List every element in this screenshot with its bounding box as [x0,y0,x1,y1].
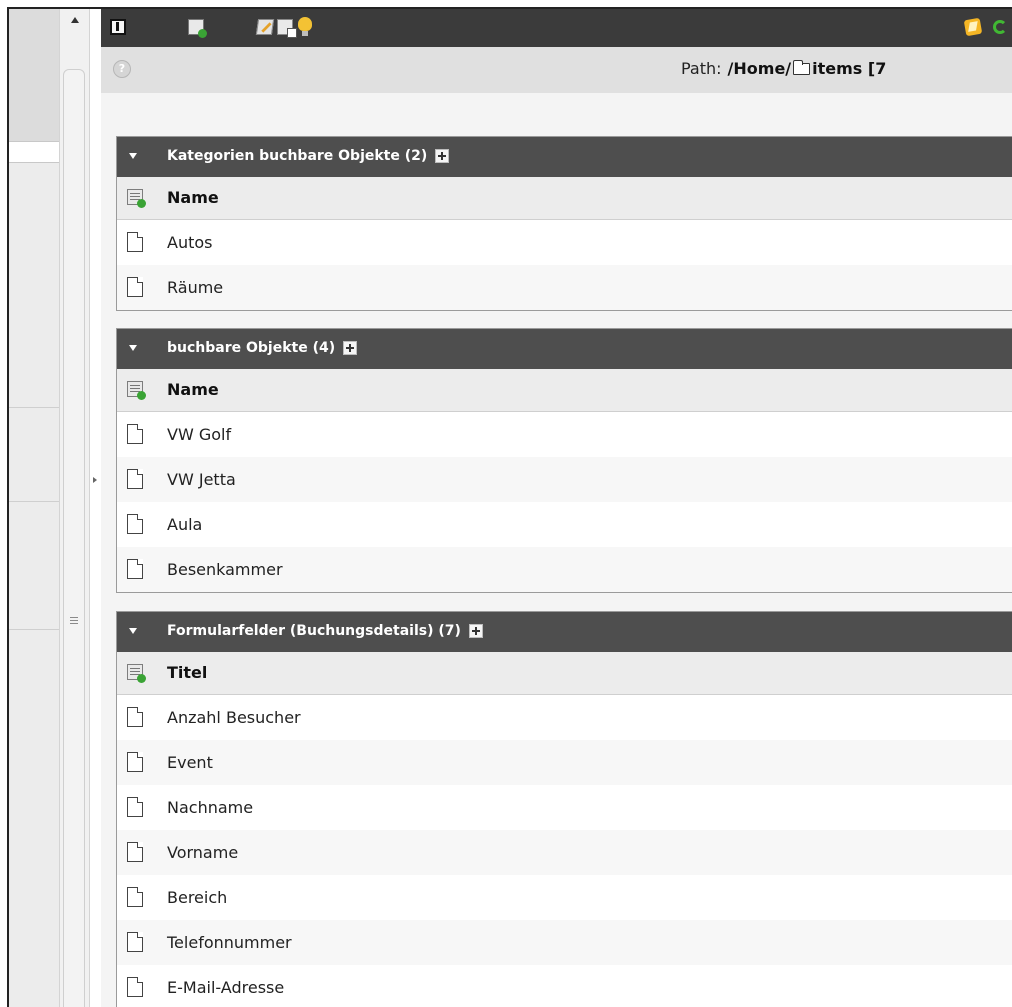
column-header: Name [117,369,1012,412]
vertical-scrollbar[interactable] [59,9,90,1007]
record-title[interactable]: VW Jetta [167,470,236,489]
collapse-icon[interactable] [129,153,137,159]
document-icon[interactable] [127,277,143,297]
table-row[interactable]: Vorname [117,830,1012,875]
panel-title: buchbare Objekte (4) [167,340,336,356]
document-icon[interactable] [127,707,143,727]
record-title[interactable]: Räume [167,278,223,297]
table-row[interactable]: Anzahl Besucher [117,695,1012,740]
nav-separator [9,501,59,502]
doc-header-toolbar [101,9,1012,47]
breadcrumb: Path: /Home/items [7 [681,59,886,78]
document-icon[interactable] [127,797,143,817]
panel-header[interactable]: Formularfelder (Buchungsdetails) (7) [117,612,1012,652]
nav-pane-selected-row[interactable] [9,141,59,163]
table-kategorien: Kategorien buchbare Objekte (2) Name Aut… [116,136,1012,311]
pane-splitter[interactable] [89,9,101,1007]
document-icon[interactable] [127,514,143,534]
path-bar: ? Path: /Home/items [7 [101,47,1012,93]
record-title[interactable]: VW Golf [167,425,231,444]
shortcut-icon[interactable] [963,17,983,37]
table-row[interactable]: VW Jetta [117,457,1012,502]
paste-icon[interactable] [277,19,297,38]
table-row[interactable]: VW Golf [117,412,1012,457]
edit-page-icon[interactable] [255,19,275,35]
path-folder-name[interactable]: items [7 [812,59,886,78]
document-icon[interactable] [127,887,143,907]
column-header: Name [117,177,1012,220]
document-icon[interactable] [127,469,143,489]
record-title[interactable]: Anzahl Besucher [167,708,301,727]
document-icon[interactable] [127,559,143,579]
record-title[interactable]: Telefonnummer [167,933,292,952]
path-prefix: /Home/ [727,59,792,78]
table-row[interactable]: Autos [117,220,1012,265]
panel-title: Kategorien buchbare Objekte (2) [167,148,428,164]
record-list: Kategorien buchbare Objekte (2) Name Aut… [101,93,1012,1007]
collapse-icon[interactable] [129,345,137,351]
record-title[interactable]: Besenkammer [167,560,283,579]
scroll-grip-icon [70,617,78,626]
record-title[interactable]: Vorname [167,843,238,862]
scroll-up-arrow-icon [71,17,79,23]
path-label: Path: [681,59,722,78]
document-icon[interactable] [127,932,143,952]
help-icon[interactable]: ? [113,60,131,78]
record-title[interactable]: E-Mail-Adresse [167,978,284,997]
column-label[interactable]: Name [167,188,219,207]
column-label[interactable]: Titel [167,663,207,682]
table-row[interactable]: Besenkammer [117,547,1012,592]
record-title[interactable]: Nachname [167,798,253,817]
table-row[interactable]: Event [117,740,1012,785]
document-icon[interactable] [127,232,143,252]
table-formularfelder: Formularfelder (Buchungsdetails) (7) Tit… [116,611,1012,1007]
new-record-icon[interactable] [127,189,146,208]
record-title[interactable]: Event [167,753,213,772]
add-record-icon[interactable] [468,624,483,638]
table-row[interactable]: Aula [117,502,1012,547]
record-title[interactable]: Bereich [167,888,227,907]
table-buchbare-objekte: buchbare Objekte (4) Name VW Golf VW Jet… [116,328,1012,593]
panel-header[interactable]: buchbare Objekte (4) [117,329,1012,369]
tip-icon[interactable] [298,17,312,36]
column-header: Titel [117,652,1012,695]
new-record-icon[interactable] [127,381,146,400]
folder-icon [793,60,811,75]
panel-header[interactable]: Kategorien buchbare Objekte (2) [117,137,1012,177]
backend-window: ? Path: /Home/items [7 Kategorien buchbar… [7,7,1012,1007]
document-icon[interactable] [127,424,143,444]
nav-pane-header [9,9,59,141]
nav-separator [9,629,59,630]
expand-arrow-icon[interactable] [93,477,97,483]
document-icon[interactable] [127,842,143,862]
record-title[interactable]: Aula [167,515,202,534]
table-row[interactable]: Telefonnummer [117,920,1012,965]
go-up-icon[interactable] [110,19,126,35]
scroll-up-button[interactable] [60,9,90,49]
collapse-icon[interactable] [129,628,137,634]
column-label[interactable]: Name [167,380,219,399]
reload-icon[interactable] [993,20,1007,34]
new-record-icon[interactable] [188,19,207,38]
add-record-icon[interactable] [435,149,450,163]
new-record-icon[interactable] [127,664,146,683]
table-row[interactable]: Bereich [117,875,1012,920]
table-row[interactable]: E-Mail-Adresse [117,965,1012,1007]
main-content: ? Path: /Home/items [7 Kategorien buchbar… [101,9,1012,1007]
panel-title: Formularfelder (Buchungsdetails) (7) [167,623,461,639]
add-record-icon[interactable] [343,341,358,355]
table-row[interactable]: Räume [117,265,1012,310]
navigation-pane [9,9,59,1007]
table-row[interactable]: Nachname [117,785,1012,830]
document-icon[interactable] [127,752,143,772]
record-title[interactable]: Autos [167,233,212,252]
document-icon[interactable] [127,977,143,997]
nav-separator [9,407,59,408]
scrollbar-thumb[interactable] [63,69,85,1007]
